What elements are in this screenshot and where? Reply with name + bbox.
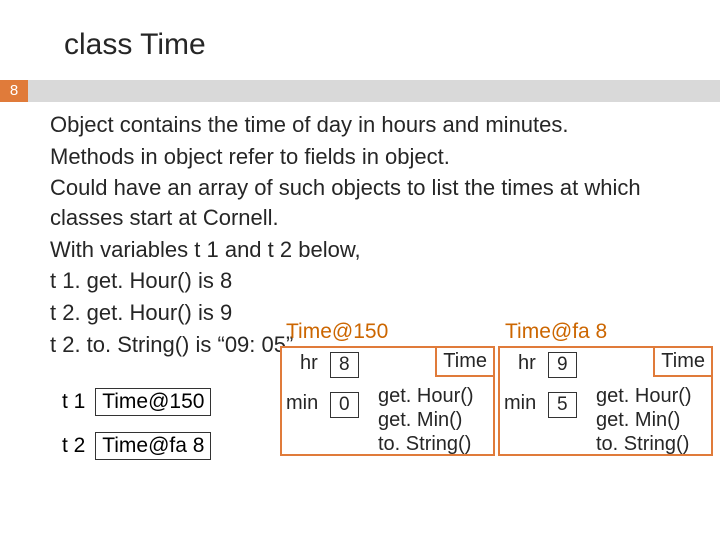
object-id-label: Time@150 <box>286 320 388 344</box>
body-line: Object contains the time of day in hours… <box>50 110 700 140</box>
header-bar <box>28 80 720 102</box>
method-list: get. Hour() get. Min() to. String() <box>596 384 692 456</box>
field-value-min: 5 <box>548 392 577 418</box>
field-value-hr: 8 <box>330 352 359 378</box>
body-line: Methods in object refer to fields in obj… <box>50 142 700 172</box>
body-line: Could have an array of such objects to l… <box>50 173 700 232</box>
field-value-min: 0 <box>330 392 359 418</box>
type-tab: Time <box>435 346 495 377</box>
method: get. Min() <box>596 408 692 432</box>
object-diagrams: Time@150 Time hr 8 min 0 get. Hour() get… <box>280 320 710 500</box>
body-line: t 1. get. Hour() is 8 <box>50 266 700 296</box>
variable-value-box: Time@150 <box>95 388 211 416</box>
page-number-badge: 8 <box>0 80 28 102</box>
variable-t1: t 1 Time@150 <box>62 388 211 416</box>
body-line: With variables t 1 and t 2 below, <box>50 235 700 265</box>
slide-title: class Time <box>64 28 206 62</box>
object-id-label: Time@fa 8 <box>505 320 607 344</box>
method: get. Hour() <box>596 384 692 408</box>
field-label-hr: hr <box>518 352 536 375</box>
variable-label: t 1 <box>62 390 85 414</box>
method: get. Min() <box>378 408 474 432</box>
method: to. String() <box>596 432 692 456</box>
variable-label: t 2 <box>62 434 85 458</box>
method-list: get. Hour() get. Min() to. String() <box>378 384 474 456</box>
method: get. Hour() <box>378 384 474 408</box>
object-box-b: Time hr 9 min 5 get. Hour() get. Min() t… <box>498 346 713 456</box>
field-value-hr: 9 <box>548 352 577 378</box>
method: to. String() <box>378 432 474 456</box>
variable-t2: t 2 Time@fa 8 <box>62 432 211 460</box>
field-label-min: min <box>286 392 318 415</box>
field-label-hr: hr <box>300 352 318 375</box>
field-label-min: min <box>504 392 536 415</box>
variable-value-box: Time@fa 8 <box>95 432 211 460</box>
object-box-a: Time hr 8 min 0 get. Hour() get. Min() t… <box>280 346 495 456</box>
type-tab: Time <box>653 346 713 377</box>
